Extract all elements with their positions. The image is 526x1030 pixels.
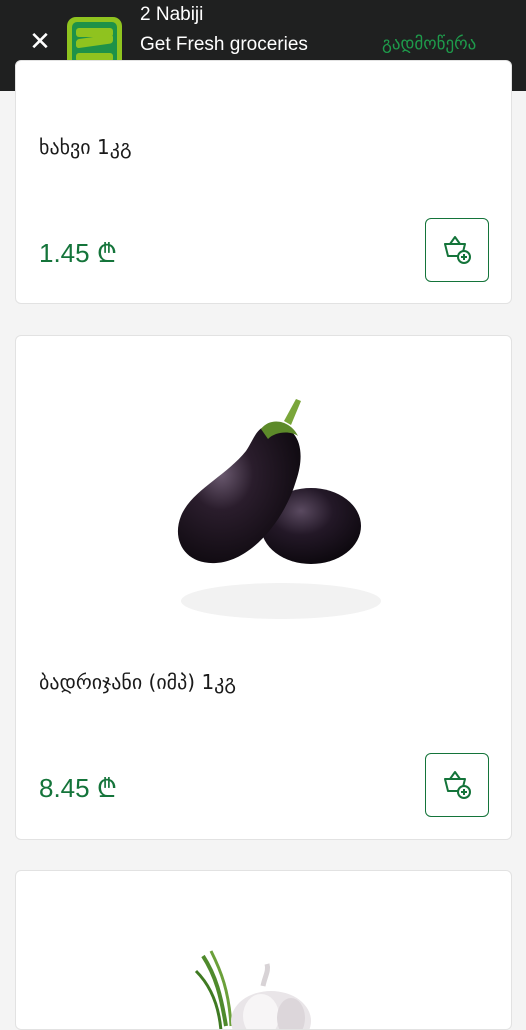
product-price: 8.45 ₾ — [39, 773, 117, 803]
garlic-image — [194, 950, 311, 1029]
product-name: ხახვი 1კგ — [39, 135, 132, 159]
product-name: ბადრიჯანი (იმპ) 1კგ — [39, 670, 237, 694]
product-card: ხახვი 1კგ 1.45 ₾ — [15, 60, 512, 304]
add-to-basket-icon — [444, 771, 471, 799]
add-to-basket-icon — [444, 236, 471, 264]
eggplant-image — [177, 399, 381, 619]
add-to-cart-button[interactable] — [425, 753, 489, 817]
product-card: ბადრიჯანი (იმპ) 1კგ 8.45 ₾ — [15, 335, 512, 840]
product-card — [15, 870, 512, 1030]
product-price: 1.45 ₾ — [39, 238, 117, 268]
app-tagline: Get Fresh groceries — [140, 34, 308, 55]
add-to-cart-button[interactable] — [425, 218, 489, 282]
app-name: 2 Nabiji — [140, 4, 204, 25]
download-button[interactable]: გადმოწერა — [382, 34, 476, 54]
close-icon[interactable]: ✕ — [28, 29, 52, 55]
